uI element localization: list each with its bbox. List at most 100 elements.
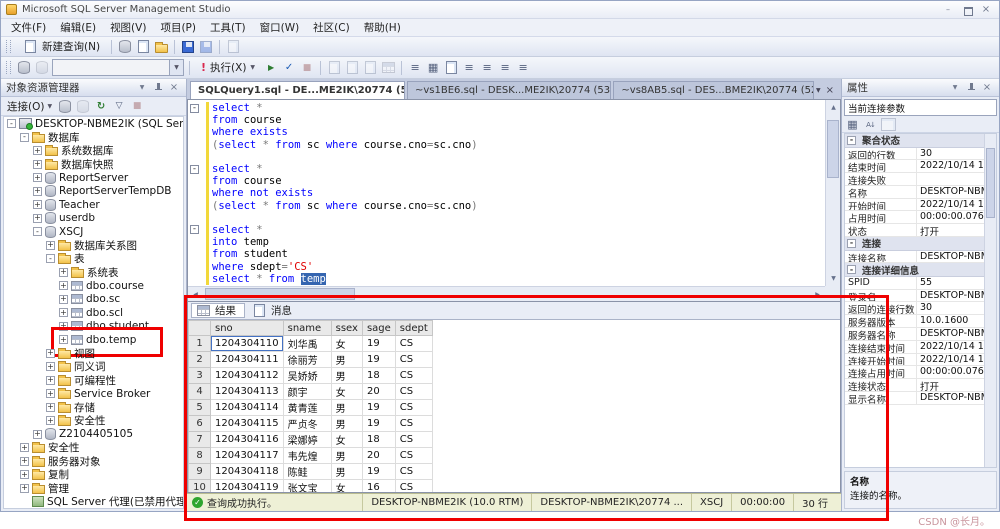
grid-cell[interactable]: CS <box>395 416 432 432</box>
property-row[interactable]: 登录名DESKTOP-NBME2IK <box>845 290 996 303</box>
grid-cell[interactable]: 1204304112 <box>211 368 284 384</box>
window-position-icon[interactable] <box>948 81 962 94</box>
expand-icon[interactable]: + <box>33 173 42 182</box>
maximize-button[interactable] <box>959 3 975 16</box>
grid-cell[interactable]: 女 <box>331 432 362 448</box>
tree-item[interactable]: +安全性 <box>4 441 183 455</box>
close-button[interactable] <box>978 3 994 16</box>
menu-item[interactable]: 帮助(H) <box>357 18 408 37</box>
cancel-query-icon[interactable] <box>299 60 315 76</box>
fold-collapse-icon[interactable]: - <box>190 225 199 234</box>
editor-horizontal-scrollbar[interactable]: ◀ ▶ <box>188 286 825 301</box>
grid-cell[interactable]: 16 <box>362 480 395 493</box>
property-row[interactable]: 连接占用时间00:00:00.076 <box>845 366 996 379</box>
grid-cell[interactable]: 陈鲑 <box>283 464 331 480</box>
editor-text-area[interactable]: -select *from coursewhere exists(select … <box>188 100 825 286</box>
menu-item[interactable]: 窗口(W) <box>253 18 307 37</box>
code-line[interactable]: from student <box>188 248 825 260</box>
property-row[interactable]: 连接名称DESKTOP-NBME2IK <box>845 251 996 264</box>
tree-item[interactable]: +dbo.sc <box>4 293 183 307</box>
collapse-icon[interactable]: - <box>46 254 55 263</box>
code-line[interactable]: -select * <box>188 102 825 114</box>
results-to-text-icon[interactable] <box>407 60 423 76</box>
show-estimated-plan-icon[interactable] <box>326 60 342 76</box>
expand-icon[interactable]: + <box>33 430 42 439</box>
grid-cell[interactable]: 1204304115 <box>211 416 284 432</box>
tree-item[interactable]: +Z2104405105 <box>4 428 183 442</box>
grid-cell[interactable]: 18 <box>362 368 395 384</box>
change-connection-icon[interactable] <box>34 60 50 76</box>
code-line[interactable]: where exists <box>188 126 825 138</box>
grid-cell[interactable]: 男 <box>331 464 362 480</box>
tree-item[interactable]: +安全性 <box>4 414 183 428</box>
code-line[interactable]: where not exists <box>188 187 825 199</box>
grid-cell[interactable]: 韦先煌 <box>283 448 331 464</box>
code-line[interactable] <box>188 212 825 224</box>
grid-cell[interactable]: 1204304116 <box>211 432 284 448</box>
collapse-icon[interactable]: - <box>847 239 856 248</box>
menu-item[interactable]: 项目(P) <box>153 18 203 37</box>
row-number-cell[interactable]: 8 <box>189 448 211 464</box>
row-number-cell[interactable]: 9 <box>189 464 211 480</box>
grid-cell[interactable]: CS <box>395 400 432 416</box>
grid-cell[interactable]: 19 <box>362 464 395 480</box>
grid-cell[interactable]: 张文宝 <box>283 480 331 493</box>
toolbar-grip[interactable] <box>6 40 11 53</box>
menu-item[interactable]: 文件(F) <box>4 18 53 37</box>
server-connect-icon[interactable] <box>57 98 73 114</box>
expand-icon[interactable]: + <box>46 362 55 371</box>
window-position-icon[interactable] <box>135 81 149 94</box>
expand-icon[interactable]: + <box>20 443 29 452</box>
grid-cell[interactable]: 黄青莲 <box>283 400 331 416</box>
grid-column-header[interactable]: sage <box>362 321 395 336</box>
property-row[interactable]: 占用时间00:00:00.076 <box>845 211 996 224</box>
tab-close-icon[interactable] <box>826 85 834 96</box>
expand-icon[interactable]: + <box>20 484 29 493</box>
database-new-icon[interactable] <box>117 39 133 55</box>
grid-cell[interactable]: 18 <box>362 432 395 448</box>
property-row[interactable]: 服务器版本10.0.1600 <box>845 315 996 328</box>
property-row[interactable]: 连接结束时间2022/10/14 15:29:3 <box>845 341 996 354</box>
code-line[interactable]: from course <box>188 114 825 126</box>
connect-button[interactable]: 连接(O) <box>4 98 55 115</box>
panel-close-icon[interactable] <box>167 81 181 94</box>
property-group-row[interactable]: -聚合状态 <box>845 134 996 148</box>
execute-button[interactable]: ! 执行(X) <box>195 58 261 77</box>
property-group-row[interactable]: -连接详细信息 <box>845 263 996 277</box>
grid-column-header[interactable]: sname <box>283 321 331 336</box>
property-pages-icon[interactable] <box>881 118 896 131</box>
results-to-file-icon[interactable] <box>443 60 459 76</box>
properties-scroll-thumb[interactable] <box>986 148 995 218</box>
tree-item[interactable]: -XSCJ <box>4 225 183 239</box>
save-all-icon[interactable] <box>198 39 214 55</box>
grid-cell[interactable]: 1204304113 <box>211 384 284 400</box>
code-line[interactable]: select * from temp <box>188 273 825 285</box>
expand-icon[interactable]: + <box>59 335 68 344</box>
categorized-icon[interactable] <box>845 118 860 131</box>
alphabetical-icon[interactable] <box>863 118 878 131</box>
results-to-grid-icon[interactable] <box>425 60 441 76</box>
property-row[interactable]: 状态打开 <box>845 224 996 237</box>
connect-icon[interactable] <box>16 60 32 76</box>
code-line[interactable]: where sdept='CS' <box>188 260 825 272</box>
tree-item[interactable]: +服务器对象 <box>4 455 183 469</box>
expand-icon[interactable]: + <box>33 200 42 209</box>
tree-item[interactable]: +dbo.temp <box>4 333 183 347</box>
property-row[interactable]: 名称DESKTOP-NBME2IK <box>845 186 996 199</box>
grid-cell[interactable]: 1204304119 <box>211 480 284 493</box>
tree-item[interactable]: +数据库关系图 <box>4 239 183 253</box>
property-row[interactable]: 连接失败 <box>845 173 996 186</box>
property-row[interactable]: SPID55 <box>845 277 996 290</box>
expand-icon[interactable]: + <box>33 160 42 169</box>
expand-icon[interactable]: + <box>20 457 29 466</box>
expand-icon[interactable]: + <box>59 281 68 290</box>
grid-cell[interactable]: 1204304114 <box>211 400 284 416</box>
tree-item[interactable]: +可编程性 <box>4 374 183 388</box>
row-number-cell[interactable]: 1 <box>189 336 211 352</box>
tree-item[interactable]: +数据库快照 <box>4 158 183 172</box>
grid-cell[interactable]: 男 <box>331 352 362 368</box>
refresh-icon[interactable] <box>93 98 109 114</box>
debug-icon[interactable] <box>263 60 279 76</box>
grid-column-header[interactable]: sno <box>211 321 284 336</box>
expand-icon[interactable]: + <box>46 349 55 358</box>
